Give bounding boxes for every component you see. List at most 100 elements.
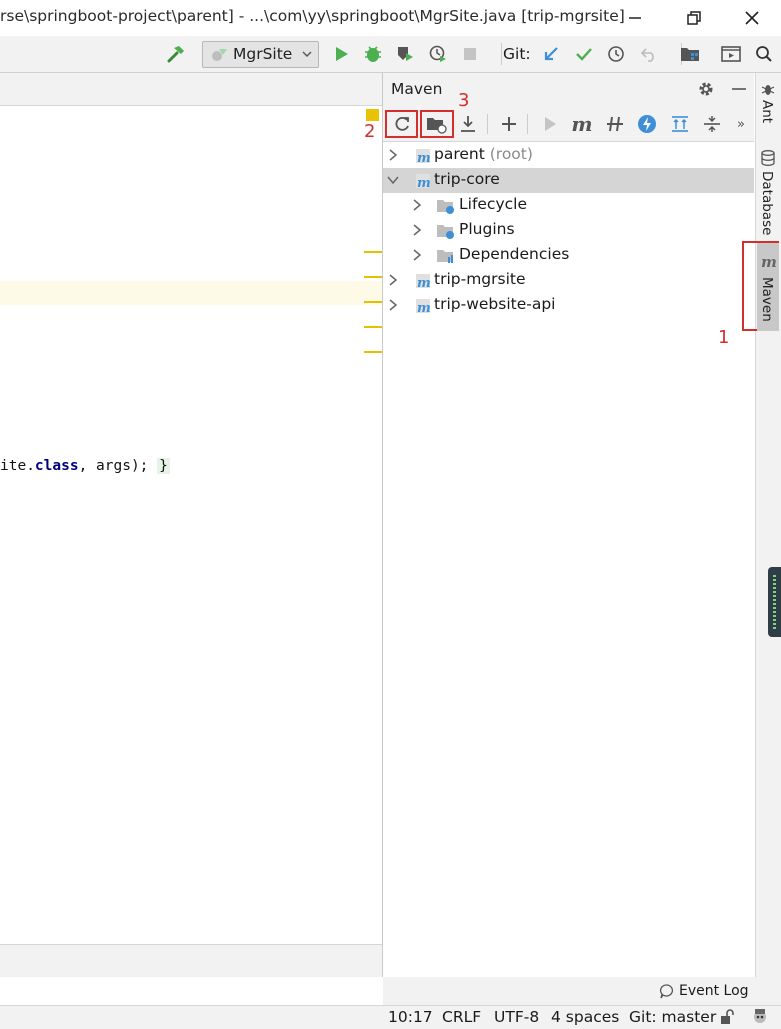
- restore-icon: [687, 11, 701, 25]
- tree-item-trip-website-api[interactable]: m trip-website-api: [383, 293, 754, 318]
- shield-run-icon: [398, 47, 413, 61]
- database-tool-tab[interactable]: Database: [757, 148, 779, 236]
- chevron-right-icon: [413, 249, 422, 261]
- add-project-button[interactable]: [494, 110, 524, 138]
- tree-item-lifecycle[interactable]: Lifecycle: [383, 193, 754, 218]
- tree-item-label: parent (root): [434, 145, 533, 163]
- skip-tests-button[interactable]: [632, 110, 662, 138]
- git-branch[interactable]: Git: master: [629, 1008, 716, 1026]
- execute-goal-button[interactable]: m: [567, 110, 597, 138]
- code-editor[interactable]: [0, 106, 382, 944]
- search-icon: [756, 46, 772, 62]
- scroll-marker[interactable]: [364, 276, 382, 278]
- show-dependencies-button[interactable]: [665, 110, 695, 138]
- terminal-button[interactable]: [718, 41, 744, 67]
- chevron-right-icon: [413, 199, 422, 211]
- coverage-button[interactable]: [392, 41, 418, 67]
- readonly-toggle[interactable]: [719, 1009, 735, 1029]
- scroll-marker[interactable]: [364, 251, 382, 253]
- toggle-offline-button[interactable]: [600, 110, 630, 138]
- module-name: parent: [434, 145, 485, 163]
- tree-item-label: trip-mgrsite: [434, 270, 526, 288]
- memory-bars: [773, 575, 776, 629]
- project-structure-button[interactable]: [677, 41, 703, 67]
- build-button[interactable]: [163, 41, 189, 67]
- memory-indicator[interactable]: [768, 567, 781, 637]
- run-maven-build-button[interactable]: [535, 110, 565, 138]
- double-chevron-right-icon: »: [737, 116, 745, 132]
- main-toolbar: [0, 36, 781, 73]
- tree-item-plugins[interactable]: Plugins: [383, 218, 754, 243]
- check-icon: [576, 48, 592, 61]
- collapse-icon: [704, 116, 720, 132]
- download-sources-button[interactable]: [453, 110, 483, 138]
- expand-vertical-icon: [672, 116, 688, 132]
- undo-icon: [640, 48, 654, 62]
- folder-gear-icon: [437, 225, 454, 239]
- tree-item-parent[interactable]: m parent (root): [383, 143, 754, 168]
- window-title: rse\springboot-project\parent] - ...\com…: [0, 7, 625, 25]
- hammer-icon: [167, 46, 184, 63]
- code-text: , args);: [78, 458, 158, 474]
- database-tab-label: Database: [759, 171, 775, 236]
- profile-button[interactable]: [425, 41, 451, 67]
- tree-item-trip-core[interactable]: m trip-core: [383, 168, 754, 193]
- run-button[interactable]: [328, 41, 354, 67]
- inspector-button[interactable]: [751, 1007, 769, 1029]
- maven-m-icon: m: [571, 112, 593, 136]
- tree-item-label: Plugins: [459, 220, 515, 238]
- window-play-icon: [721, 46, 741, 62]
- minimize-button[interactable]: [612, 0, 658, 36]
- reload-all-button[interactable]: [385, 110, 418, 138]
- maven-hide-button[interactable]: [727, 78, 751, 100]
- git-rollback-button[interactable]: [636, 41, 662, 67]
- folder-refresh-icon: [427, 118, 447, 134]
- ant-tool-tab[interactable]: Ant: [757, 80, 779, 130]
- scroll-marker[interactable]: [364, 326, 382, 328]
- restore-button[interactable]: [671, 0, 717, 36]
- line-separator[interactable]: CRLF: [442, 1008, 481, 1026]
- play-icon: [336, 47, 348, 61]
- chevron-right-icon: [389, 274, 398, 286]
- maven-panel-title: Maven: [391, 80, 443, 98]
- more-actions-button[interactable]: »: [729, 110, 753, 138]
- maven-settings-button[interactable]: [694, 78, 718, 100]
- event-log-button[interactable]: Event Log: [659, 983, 749, 999]
- maven-module-icon: m: [416, 174, 431, 191]
- git-commit-button[interactable]: [571, 41, 597, 67]
- collapse-all-button[interactable]: [697, 110, 727, 138]
- speech-bubble-icon: [659, 984, 673, 999]
- maven-tab-label: Maven: [759, 277, 775, 322]
- chevron-right-icon: [389, 299, 398, 311]
- search-button[interactable]: [751, 41, 777, 67]
- scroll-marker[interactable]: [364, 301, 382, 303]
- indent-setting[interactable]: 4 spaces: [551, 1008, 619, 1026]
- separator: [527, 114, 528, 134]
- cursor-position[interactable]: 10:17: [388, 1008, 433, 1026]
- code-text: ite.: [0, 458, 35, 474]
- maven-module-icon: m: [416, 299, 431, 316]
- git-history-button[interactable]: [603, 41, 629, 67]
- tree-item-trip-mgrsite[interactable]: m trip-mgrsite: [383, 268, 754, 293]
- chevron-down-icon: [387, 176, 399, 185]
- warning-indicator[interactable]: [366, 109, 379, 121]
- folder-bars-icon: [437, 250, 453, 263]
- svg-text:m: m: [417, 176, 431, 191]
- file-encoding[interactable]: UTF-8: [494, 1008, 539, 1026]
- git-update-button[interactable]: [538, 41, 564, 67]
- generate-sources-button[interactable]: [420, 110, 454, 138]
- debug-button[interactable]: [360, 41, 386, 67]
- ant-icon: [761, 85, 775, 95]
- code-keyword: class: [34, 458, 79, 474]
- close-button[interactable]: [729, 0, 775, 36]
- stop-button[interactable]: [457, 41, 483, 67]
- annotation-2: 2: [364, 121, 376, 142]
- run-config-select[interactable]: MgrSite: [202, 41, 319, 68]
- offline-icon: [607, 116, 623, 132]
- maven-tool-tab[interactable]: m Maven: [742, 241, 779, 331]
- close-icon: [745, 11, 759, 25]
- module-root-suffix: (root): [484, 145, 533, 163]
- tree-item-dependencies[interactable]: Dependencies: [383, 243, 754, 268]
- scroll-marker[interactable]: [364, 351, 382, 353]
- run-config-label: MgrSite: [233, 45, 293, 63]
